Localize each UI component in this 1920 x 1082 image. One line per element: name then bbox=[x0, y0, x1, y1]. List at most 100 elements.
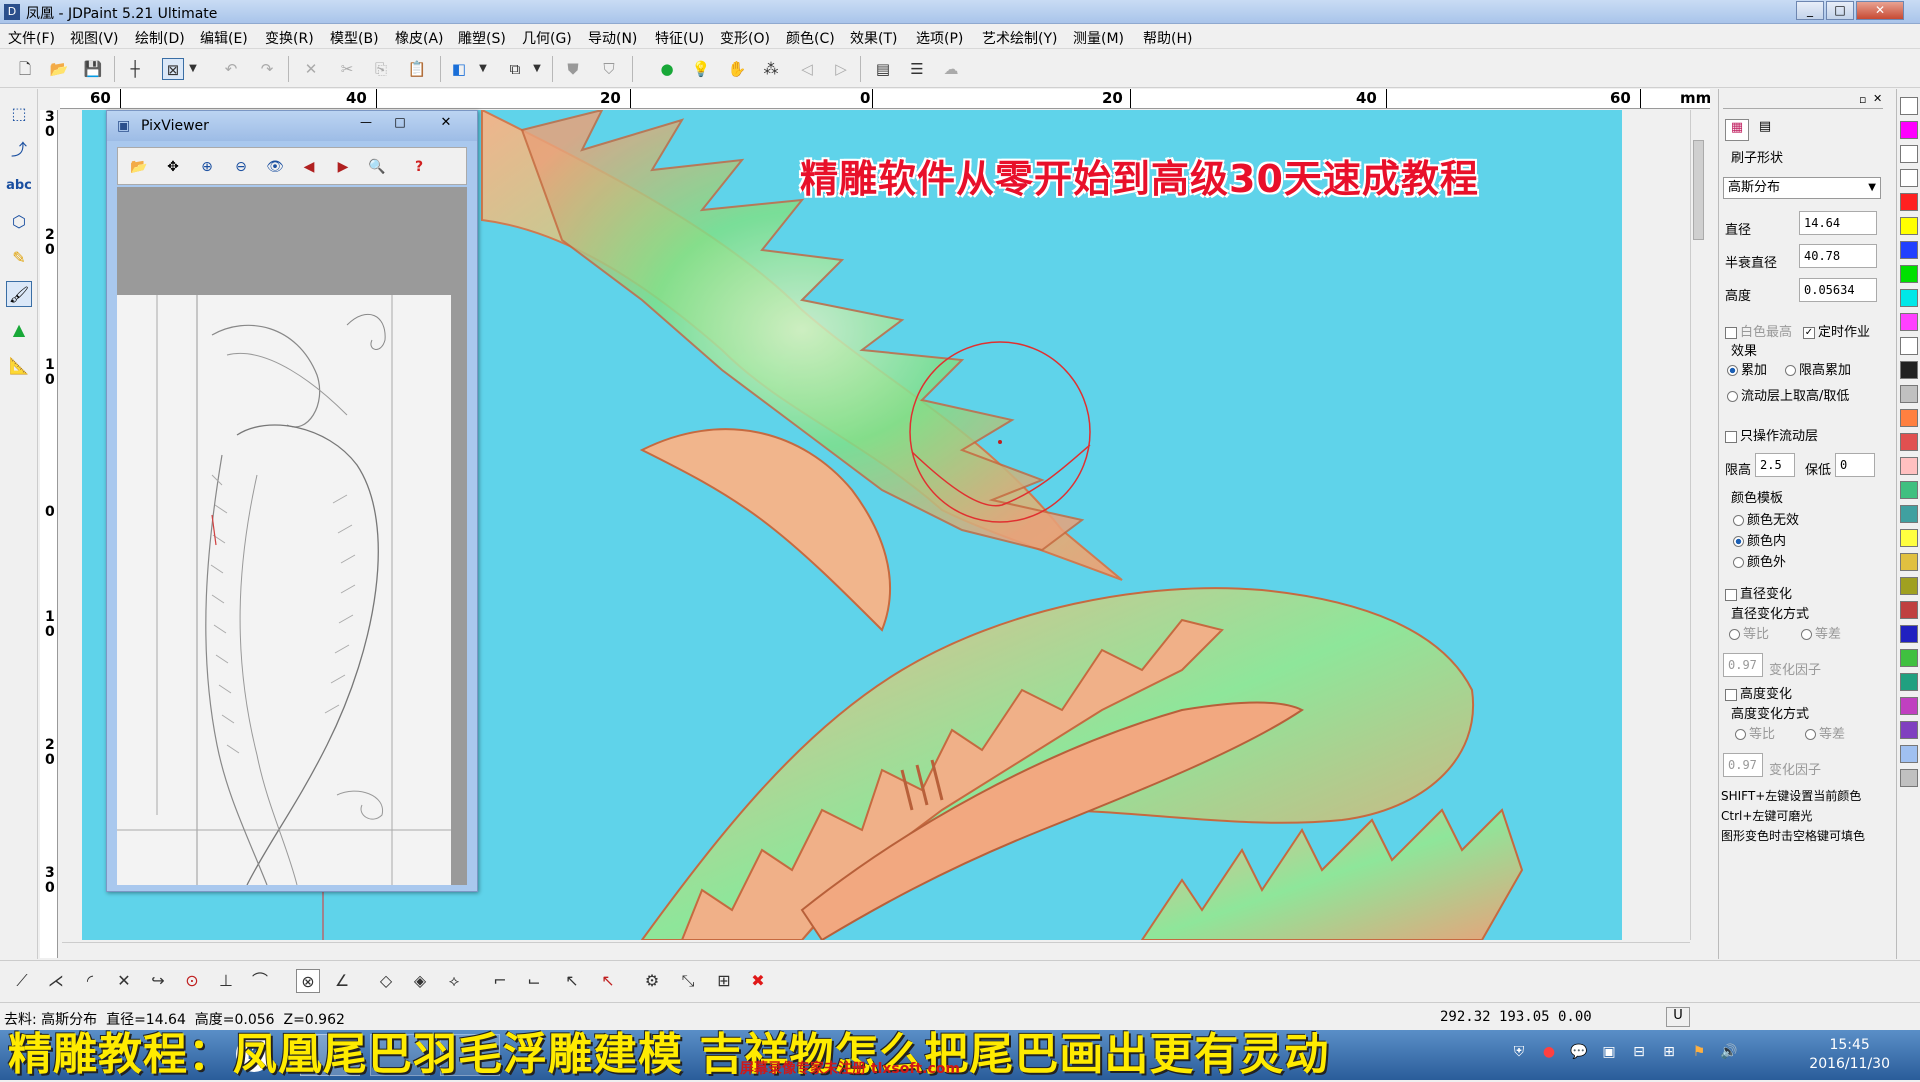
antivirus-tray-icon[interactable]: ● bbox=[1540, 1044, 1558, 1062]
limit-high-input[interactable]: 2.5 bbox=[1755, 453, 1795, 477]
diameter-equal-ratio-radio[interactable]: 等比 bbox=[1729, 623, 1769, 642]
diameter-equal-diff-radio[interactable]: 等差 bbox=[1801, 623, 1841, 642]
maximize-button[interactable]: □ bbox=[1826, 1, 1854, 20]
pixviewer-maximize-button[interactable]: □ bbox=[389, 115, 411, 133]
menu-help[interactable]: 帮助(H) bbox=[1143, 28, 1192, 48]
app-tray-icon[interactable]: ⊞ bbox=[1660, 1044, 1678, 1062]
menu-view[interactable]: 视图(V) bbox=[70, 28, 119, 48]
help-icon[interactable]: ? bbox=[408, 156, 430, 178]
menu-effect[interactable]: 效果(T) bbox=[850, 28, 897, 48]
color-swatch[interactable] bbox=[1900, 433, 1918, 451]
tangent-icon[interactable]: ⌒ bbox=[248, 969, 272, 993]
timed-job-checkbox[interactable]: ✓ 定时作业 bbox=[1803, 321, 1870, 340]
shield-tray-icon[interactable]: ⛨ bbox=[1510, 1044, 1528, 1062]
pages-icon[interactable]: ▤ bbox=[872, 58, 894, 80]
color-swatch[interactable] bbox=[1900, 625, 1918, 643]
dropdown-arrow-icon[interactable]: ▼ bbox=[530, 58, 544, 80]
half-decay-input[interactable]: 40.78 bbox=[1799, 244, 1877, 268]
dropdown-arrow-icon[interactable]: ▼ bbox=[186, 58, 200, 80]
color-swatch[interactable] bbox=[1900, 97, 1918, 115]
move-icon[interactable]: ✥ bbox=[162, 156, 184, 178]
select-window-icon[interactable]: ⊠ bbox=[162, 58, 184, 80]
color-swatch[interactable] bbox=[1900, 217, 1918, 235]
paint-bucket-icon[interactable]: ▲ bbox=[6, 317, 32, 343]
snap-line-icon[interactable]: ⤡ bbox=[676, 969, 700, 993]
bulb-icon[interactable]: 💡 bbox=[690, 58, 712, 80]
panel-pin-icon[interactable]: ▫ bbox=[1859, 93, 1866, 106]
fit-zoom-icon[interactable]: 🔍 bbox=[366, 156, 388, 178]
view-eye-icon[interactable]: 👁 bbox=[264, 156, 286, 178]
flow-layer-radio[interactable]: 流动层上取高/取低 bbox=[1727, 385, 1849, 404]
next-icon[interactable]: ▶ bbox=[332, 156, 354, 178]
pixviewer-scrollbar[interactable] bbox=[451, 295, 467, 885]
color-swatch[interactable] bbox=[1900, 337, 1918, 355]
page-tab-icon[interactable]: ▤ bbox=[1753, 119, 1777, 141]
transform-icon[interactable]: ⬡ bbox=[6, 209, 32, 235]
color-swatch[interactable] bbox=[1900, 193, 1918, 211]
pixviewer-minimize-button[interactable]: — bbox=[355, 115, 377, 133]
menu-geometry[interactable]: 几何(G) bbox=[522, 28, 572, 48]
menu-eraser[interactable]: 橡皮(A) bbox=[395, 28, 444, 48]
curve-tool-icon[interactable]: ↪ bbox=[146, 969, 170, 993]
zoom-out-icon[interactable]: ⊖ bbox=[230, 156, 252, 178]
diamond-2-icon[interactable]: ◈ bbox=[408, 969, 432, 993]
polyline-tool-icon[interactable]: ⋌ bbox=[44, 969, 68, 993]
cross-tool-icon[interactable]: ✕ bbox=[112, 969, 136, 993]
color-swatch[interactable] bbox=[1900, 577, 1918, 595]
color-swatch[interactable] bbox=[1900, 697, 1918, 715]
stair-2-icon[interactable]: ⌙ bbox=[522, 969, 546, 993]
menu-guide[interactable]: 导动(N) bbox=[588, 28, 637, 48]
limit-accumulate-radio[interactable]: 限高累加 bbox=[1785, 359, 1851, 378]
zoom-in-icon[interactable]: ⊕ bbox=[196, 156, 218, 178]
rectangle-select-icon[interactable]: ⬚ bbox=[6, 101, 32, 127]
menu-sculpt[interactable]: 雕塑(S) bbox=[458, 28, 506, 48]
white-max-checkbox[interactable]: 白色最高 bbox=[1725, 321, 1792, 340]
save-icon[interactable]: 💾 bbox=[82, 58, 104, 80]
display-tray-icon[interactable]: ⊟ bbox=[1630, 1044, 1648, 1062]
volume-tray-icon[interactable]: 🔊 bbox=[1720, 1044, 1738, 1062]
crosshair-icon[interactable]: ┼ bbox=[124, 58, 146, 80]
height-factor-input[interactable]: 0.97 bbox=[1723, 753, 1763, 777]
open-file-icon[interactable]: 📂 bbox=[48, 58, 70, 80]
node-edit-icon[interactable]: ⤴ bbox=[6, 137, 32, 163]
pick-remove-icon[interactable]: ↖ bbox=[596, 969, 620, 993]
menu-feature[interactable]: 特征(U) bbox=[655, 28, 704, 48]
menu-model[interactable]: 模型(B) bbox=[330, 28, 379, 48]
perpendicular-icon[interactable]: ⊥ bbox=[214, 969, 238, 993]
snap-settings-icon[interactable]: ⚙ bbox=[640, 969, 664, 993]
color-swatch[interactable] bbox=[1900, 553, 1918, 571]
nodes-icon[interactable]: ⁂ bbox=[760, 58, 782, 80]
color-swatch[interactable] bbox=[1900, 409, 1918, 427]
menu-options[interactable]: 选项(P) bbox=[916, 28, 963, 48]
delete-icon[interactable]: ✕ bbox=[300, 58, 322, 80]
diamond-3-icon[interactable]: ⟡ bbox=[442, 969, 466, 993]
undo-icon[interactable]: ↶ bbox=[220, 58, 242, 80]
stair-icon[interactable]: ⌐ bbox=[488, 969, 512, 993]
menu-measure[interactable]: 测量(M) bbox=[1073, 28, 1124, 48]
arc-tool-icon[interactable]: ◜ bbox=[78, 969, 102, 993]
network-tray-icon[interactable]: ▣ bbox=[1600, 1044, 1618, 1062]
measure-icon[interactable]: 📐 bbox=[6, 353, 32, 379]
color-swatch[interactable] bbox=[1900, 457, 1918, 475]
panel-close-icon[interactable]: ✕ bbox=[1873, 92, 1882, 105]
color-swatch[interactable] bbox=[1900, 289, 1918, 307]
color-swatch[interactable] bbox=[1900, 121, 1918, 139]
diameter-input[interactable]: 14.64 bbox=[1799, 211, 1877, 235]
color-swatch[interactable] bbox=[1900, 769, 1918, 787]
height-equal-diff-radio[interactable]: 等差 bbox=[1805, 723, 1845, 742]
new-file-icon[interactable]: 🗋 bbox=[14, 58, 36, 80]
pick-icon[interactable]: ↖ bbox=[560, 969, 584, 993]
angle-icon[interactable]: ∠ bbox=[330, 969, 354, 993]
dropdown-arrow-icon[interactable]: ▼ bbox=[476, 58, 490, 80]
cloud-icon[interactable]: ☁ bbox=[940, 58, 962, 80]
menu-color[interactable]: 颜色(C) bbox=[786, 28, 835, 48]
height-change-checkbox[interactable]: 高度变化 bbox=[1725, 683, 1792, 702]
color-swatch[interactable] bbox=[1900, 721, 1918, 739]
cut-icon[interactable]: ✂ bbox=[336, 58, 358, 80]
list-icon[interactable]: ☰ bbox=[906, 58, 928, 80]
shield-icon[interactable]: ⛊ bbox=[562, 58, 584, 80]
line-tool-icon[interactable]: ⟋ bbox=[10, 969, 34, 993]
snap-center-icon[interactable]: ⊗ bbox=[296, 969, 320, 993]
color-swatch[interactable] bbox=[1900, 649, 1918, 667]
copy-icon[interactable]: ⎘ bbox=[370, 58, 392, 80]
